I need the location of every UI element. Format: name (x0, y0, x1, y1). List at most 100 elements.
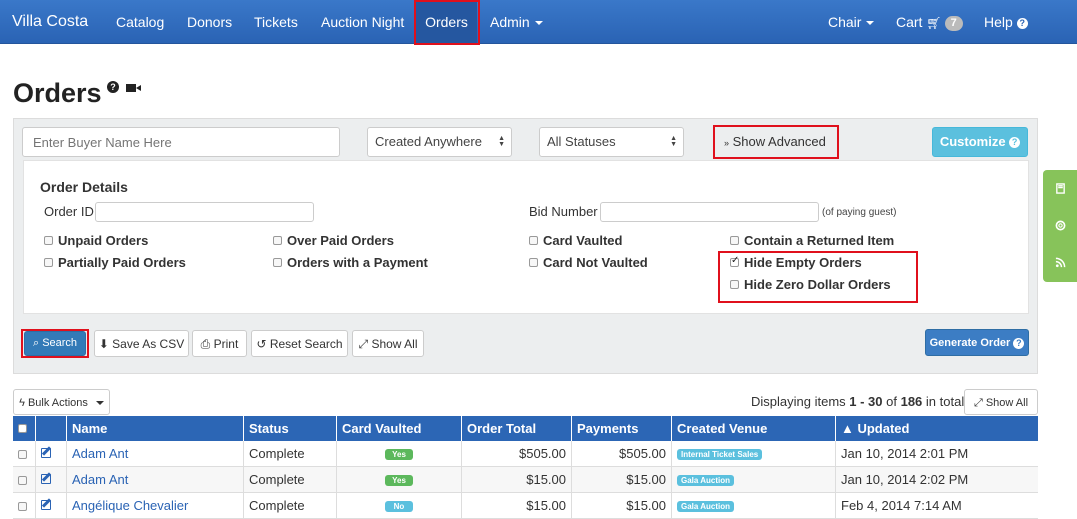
over-paid-orders-label: Over Paid Orders (287, 233, 394, 248)
nav-auction-night[interactable]: Auction Night (321, 0, 404, 44)
row-edit-cell (35, 441, 66, 467)
customize-button[interactable]: Customize ? (932, 127, 1028, 157)
show-all-button[interactable]: ⤢ Show All (352, 330, 424, 357)
unpaid-orders-checkbox[interactable] (44, 236, 53, 245)
edit-icon[interactable] (41, 474, 51, 484)
generate-order-button[interactable]: Generate Order ? (925, 329, 1029, 356)
display-total: 186 (900, 394, 923, 409)
row-checkbox[interactable] (18, 476, 27, 485)
card-vaulted-checkbox[interactable] (529, 236, 538, 245)
display-mid: of (882, 394, 901, 409)
expand-icon: ⤢ (358, 337, 369, 351)
created-venue-select-value: Created Anywhere (375, 134, 482, 149)
bid-number-note: (of paying guest) (822, 207, 897, 218)
row-select-cell (13, 493, 35, 519)
select-arrows-icon: ▲ ▼ (498, 135, 505, 148)
row-checkbox[interactable] (18, 502, 27, 511)
returned-item-checkbox[interactable] (730, 236, 739, 245)
nav-admin-label: Admin (490, 14, 530, 30)
nav-cart[interactable]: Cart 🛒︎ 7 (896, 0, 963, 44)
chevron-down-icon (95, 401, 104, 406)
order-id-label: Order ID (44, 204, 94, 219)
edit-column-header (35, 416, 66, 441)
print-icon: ⎙ (200, 337, 211, 351)
row-card-vaulted-cell: Yes (336, 441, 461, 467)
reset-search-label: Reset Search (269, 337, 343, 351)
nav-tickets[interactable]: Tickets (254, 0, 298, 44)
card-not-vaulted-checkbox[interactable] (529, 258, 538, 267)
edit-icon[interactable] (41, 448, 51, 458)
print-button[interactable]: ⎙ Print (192, 330, 247, 357)
row-checkbox[interactable] (18, 450, 27, 459)
nav-admin[interactable]: Admin (490, 0, 543, 44)
bulk-actions-button[interactable]: ϟ Bulk Actions (13, 389, 110, 415)
cart-icon: 🛒︎ (926, 16, 942, 30)
over-paid-orders-checkbox[interactable] (273, 236, 282, 245)
orders-with-payment-checkbox[interactable] (273, 258, 282, 267)
save-csv-button[interactable]: ⬇︎ Save As CSV (94, 330, 189, 357)
row-name-link[interactable]: Adam Ant (66, 467, 243, 493)
display-count-text: Displaying items 1 - 30 of 186 in total (751, 394, 964, 409)
chevron-down-icon (866, 21, 875, 26)
order-details-title: Order Details (40, 179, 128, 195)
column-header-created-venue[interactable]: Created Venue (671, 416, 835, 441)
show-all-label: Show All (371, 337, 418, 351)
bulk-actions-label: Bulk Actions (27, 397, 88, 409)
bid-number-input[interactable] (600, 202, 819, 222)
orders-with-payment-label: Orders with a Payment (287, 255, 428, 270)
row-order-total: $505.00 (461, 441, 571, 467)
status-select[interactable]: All Statuses ▲ ▼ (539, 127, 684, 157)
column-header-order-total[interactable]: Order Total (461, 416, 571, 441)
video-camera-icon[interactable] (126, 84, 141, 92)
chevron-down-icon (534, 21, 543, 26)
status-select-value: All Statuses (547, 134, 616, 149)
lifebuoy-icon[interactable] (1055, 220, 1066, 231)
select-arrows-icon: ▲ ▼ (670, 135, 677, 148)
page-title: Orders (13, 78, 102, 108)
select-all-checkbox[interactable] (18, 424, 27, 433)
book-icon[interactable] (1055, 183, 1066, 194)
display-suffix: in total (922, 394, 965, 409)
reset-search-button[interactable]: ↺ Reset Search (251, 330, 348, 357)
row-updated: Jan 10, 2014 2:01 PM (835, 441, 1038, 467)
rss-icon[interactable] (1055, 257, 1066, 268)
row-select-cell (13, 467, 35, 493)
customize-label: Customize (939, 134, 1006, 149)
row-updated: Jan 10, 2014 2:02 PM (835, 467, 1038, 493)
nav-chair[interactable]: Chair (828, 0, 875, 44)
row-edit-cell (35, 493, 66, 519)
row-card-vaulted-cell: No (336, 493, 461, 519)
nav-help[interactable]: Help ? (984, 0, 1028, 44)
row-name-link[interactable]: Adam Ant (66, 441, 243, 467)
column-header-payments[interactable]: Payments (571, 416, 671, 441)
brand-link[interactable]: Villa Costa (12, 0, 88, 44)
table-header: Name Status Card Vaulted Order Total Pay… (13, 416, 1038, 441)
cart-count-badge: 7 (944, 15, 963, 31)
question-circle-icon: ? (1016, 17, 1028, 29)
partially-paid-checkbox[interactable] (44, 258, 53, 267)
partially-paid-label: Partially Paid Orders (58, 255, 186, 270)
row-payments: $15.00 (571, 493, 671, 519)
nav-cart-label: Cart (896, 14, 923, 30)
column-header-updated[interactable]: ▲ Updated (835, 416, 1038, 441)
table-show-all-button[interactable]: ⤢ Show All (964, 389, 1038, 415)
buyer-name-input[interactable] (22, 127, 340, 157)
card-vaulted-badge: No (384, 501, 414, 513)
edit-icon[interactable] (41, 500, 51, 510)
row-venue-cell: Gala Auction (671, 467, 835, 493)
nav-donors[interactable]: Donors (187, 0, 232, 44)
table-row: Adam Ant Complete Yes $505.00 $505.00 In… (13, 441, 1038, 467)
created-venue-select[interactable]: Created Anywhere ▲ ▼ (367, 127, 512, 157)
venue-badge: Gala Auction (677, 475, 735, 487)
expand-icon: ⤢ (973, 397, 983, 409)
order-id-input[interactable] (95, 202, 314, 222)
column-header-card-vaulted[interactable]: Card Vaulted (336, 416, 461, 441)
column-header-name[interactable]: Name (66, 416, 243, 441)
row-order-total: $15.00 (461, 493, 571, 519)
question-circle-icon[interactable]: ? (107, 81, 119, 93)
save-csv-label: Save As CSV (112, 337, 185, 351)
column-header-status[interactable]: Status (243, 416, 336, 441)
row-name-link[interactable]: Angélique Chevalier (66, 493, 243, 519)
row-payments: $505.00 (571, 441, 671, 467)
nav-catalog[interactable]: Catalog (116, 0, 164, 44)
